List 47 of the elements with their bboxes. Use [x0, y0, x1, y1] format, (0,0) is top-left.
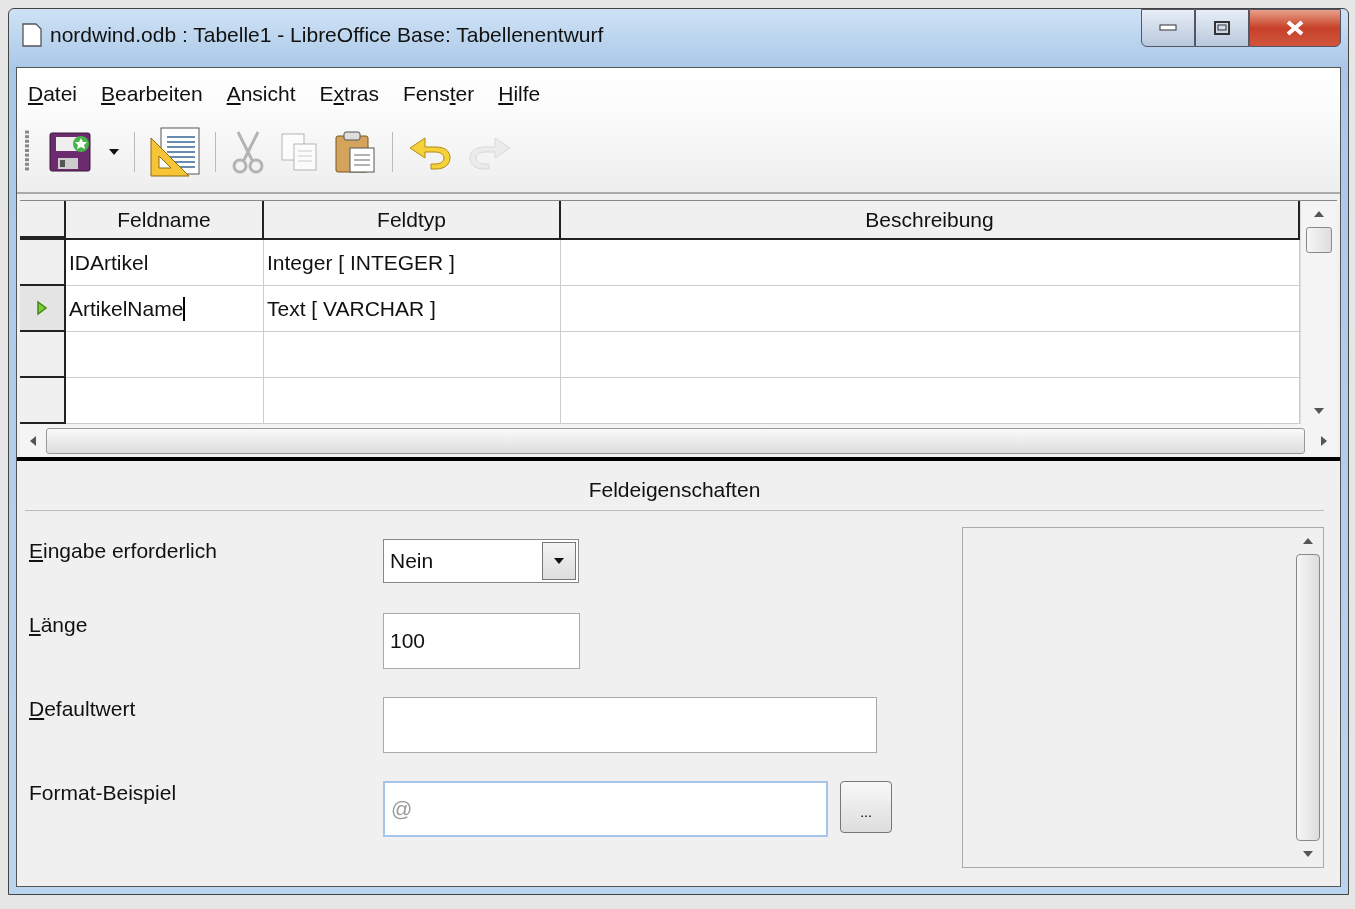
scroll-down-icon[interactable]: [1314, 408, 1324, 414]
scroll-left-icon[interactable]: [30, 435, 36, 446]
column-header[interactable]: Feldtyp: [264, 201, 561, 238]
vertical-scrollbar[interactable]: [1300, 201, 1337, 424]
scrollbar-thumb[interactable]: [46, 427, 1305, 454]
row-header[interactable]: [20, 378, 66, 424]
clipboard-icon[interactable]: [334, 130, 378, 174]
row-header[interactable]: [20, 286, 66, 332]
caret-icon[interactable]: [108, 148, 120, 156]
scroll-down-icon[interactable]: [1303, 851, 1313, 857]
input-field[interactable]: 100: [383, 613, 580, 669]
set-square-document-icon[interactable]: [149, 126, 201, 178]
menu-item[interactable]: Ansicht: [226, 80, 296, 112]
column-header[interactable]: Feldname: [66, 201, 264, 238]
format-button[interactable]: ...: [840, 781, 892, 833]
field-label: Länge: [29, 613, 89, 637]
maximize-button[interactable]: [1195, 9, 1249, 47]
document-icon: [22, 23, 42, 47]
menu-item[interactable]: Bearbeiten: [101, 80, 203, 112]
scroll-right-icon[interactable]: [1321, 435, 1327, 446]
row-header[interactable]: [20, 332, 66, 378]
menu-item[interactable]: Fenster: [403, 80, 475, 112]
scroll-up-icon[interactable]: [1314, 211, 1324, 217]
window-title: nordwind.odb : Tabelle1 - LibreOffice Base: Tabellenentwurf: [50, 22, 604, 48]
dropdown[interactable]: Nein: [383, 539, 579, 583]
field-label: Eingabe erforderlich: [29, 539, 218, 563]
minimize-button[interactable]: [1141, 9, 1195, 47]
minimize-icon: [1159, 24, 1177, 32]
scrollbar-thumb[interactable]: [1296, 554, 1320, 841]
menu-item[interactable]: Extras: [319, 80, 380, 112]
scrollbar-thumb[interactable]: [1306, 227, 1332, 253]
section-title: Feldeigenschaften: [25, 461, 1324, 511]
scroll-up-icon[interactable]: [1303, 538, 1313, 544]
close-icon: [1285, 20, 1305, 36]
maximize-icon: [1214, 21, 1230, 35]
input-field[interactable]: [383, 697, 877, 753]
row-header[interactable]: [20, 240, 66, 286]
menu-item[interactable]: Hilfe: [498, 80, 541, 112]
caret-icon: [554, 558, 564, 564]
field-label: Defaultwert: [29, 697, 137, 721]
undo-arrow-icon[interactable]: [407, 134, 453, 170]
horizontal-scrollbar[interactable]: [20, 424, 1337, 457]
menu-item[interactable]: Datei: [28, 80, 78, 112]
current-row-icon: [36, 300, 48, 316]
field-label: Format-Beispiel: [29, 781, 178, 805]
close-button[interactable]: [1249, 9, 1341, 47]
text-cursor: [183, 296, 186, 321]
